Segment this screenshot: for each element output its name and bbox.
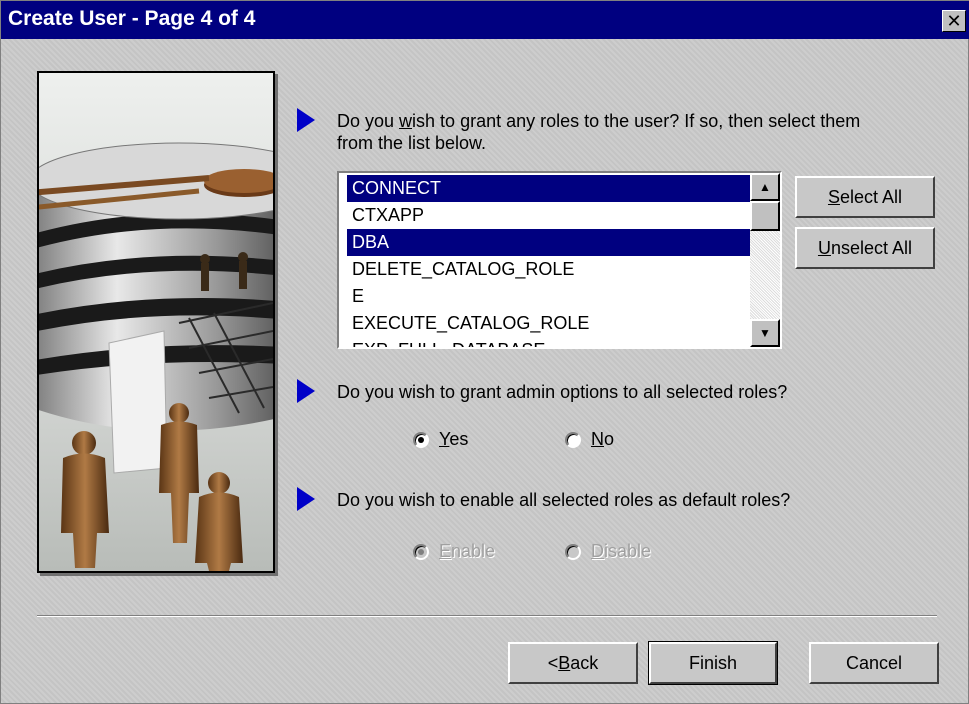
roles-list-items: CONNECT CTXAPP DBA DELETE_CATALOG_ROLE E…: [347, 175, 751, 347]
list-item[interactable]: EXP_FULL_DATABASE: [347, 337, 751, 347]
radio-enable-indicator[interactable]: [413, 543, 429, 560]
wizard-illustration: [37, 71, 275, 573]
arrow-down-icon: ▼: [759, 326, 771, 340]
q3-prompt: Do you wish to enable all selected roles…: [337, 490, 791, 510]
scroll-up-button[interactable]: ▲: [750, 173, 780, 201]
window-title: Create User - Page 4 of 4: [8, 7, 256, 30]
list-item[interactable]: E: [347, 283, 751, 310]
finish-button[interactable]: Finish: [648, 641, 778, 685]
q3-bullet-icon: [297, 487, 315, 511]
radio-yes-label: Yes: [439, 429, 469, 449]
back-button[interactable]: < Back: [508, 642, 638, 684]
list-item[interactable]: CONNECT: [347, 175, 751, 202]
database-people-illustration-icon: [39, 142, 273, 571]
create-user-dialog: Create User - Page 4 of 4 ✕ Do you wish …: [0, 0, 969, 704]
list-item[interactable]: CTXAPP: [347, 202, 751, 229]
arrow-up-icon: ▲: [759, 180, 771, 194]
radio-yes-indicator[interactable]: [413, 431, 429, 448]
roles-scrollbar[interactable]: ▲ ▼: [750, 173, 780, 347]
title-bar[interactable]: Create User - Page 4 of 4 ✕: [1, 1, 969, 39]
list-item[interactable]: DELETE_CATALOG_ROLE: [347, 256, 751, 283]
unselect-all-button[interactable]: Unselect All: [795, 227, 935, 269]
close-button[interactable]: ✕: [942, 10, 966, 32]
list-item[interactable]: EXECUTE_CATALOG_ROLE: [347, 310, 751, 337]
radio-disable-indicator[interactable]: [565, 543, 581, 560]
default-enable-radio[interactable]: Enable: [413, 541, 495, 562]
admin-no-radio[interactable]: No: [565, 429, 614, 450]
admin-yes-radio[interactable]: Yes: [413, 429, 468, 450]
q1-prompt: Do you wish to grant any roles to the us…: [337, 111, 861, 153]
radio-disable-label: Disable: [591, 541, 652, 561]
close-icon: ✕: [946, 11, 962, 31]
roles-listbox[interactable]: CONNECT CTXAPP DBA DELETE_CATALOG_ROLE E…: [337, 171, 782, 349]
q2-prompt: Do you wish to grant admin options to al…: [337, 382, 788, 402]
radio-enable-label: Enable: [439, 541, 496, 561]
cancel-button[interactable]: Cancel: [809, 642, 939, 684]
radio-no-indicator[interactable]: [565, 431, 581, 448]
select-all-button[interactable]: Select All: [795, 176, 935, 218]
radio-no-label: No: [591, 429, 615, 449]
footer-separator: [37, 615, 937, 617]
q2-bullet-icon: [297, 379, 315, 403]
default-disable-radio[interactable]: Disable: [565, 541, 651, 562]
scroll-down-button[interactable]: ▼: [750, 319, 780, 347]
q1-bullet-icon: [297, 108, 315, 132]
scroll-thumb[interactable]: [750, 201, 780, 231]
list-item[interactable]: DBA: [347, 229, 751, 256]
